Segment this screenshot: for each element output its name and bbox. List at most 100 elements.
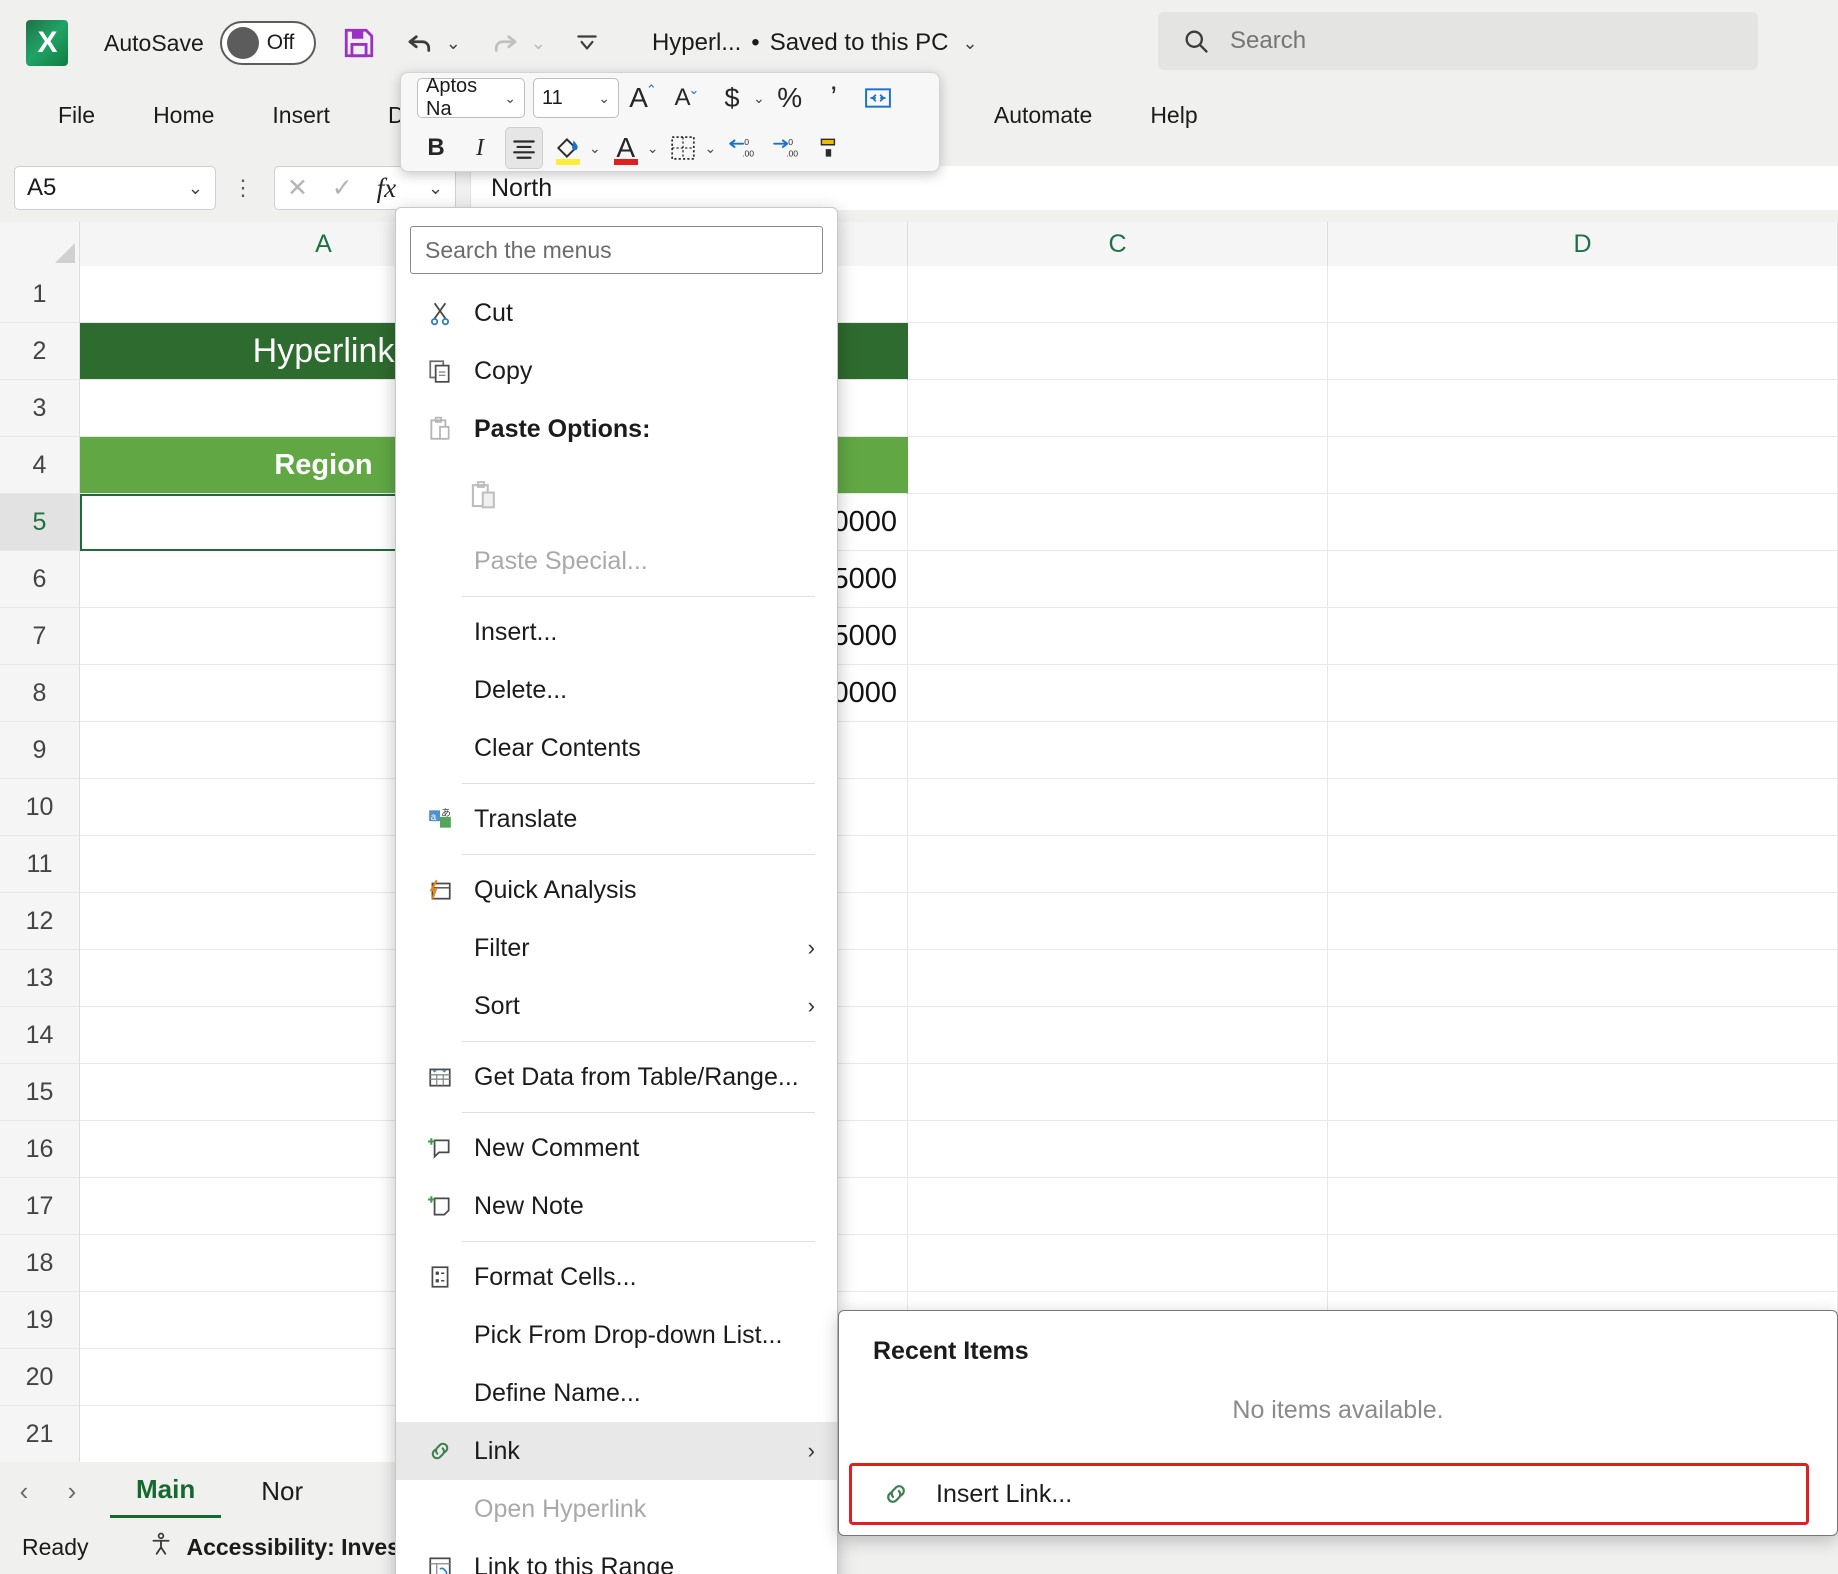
cell-d16[interactable]	[1328, 1121, 1838, 1178]
cell-c4[interactable]	[908, 437, 1328, 494]
cell-c3[interactable]	[908, 380, 1328, 437]
cell-d1[interactable]	[1328, 266, 1838, 323]
row-header[interactable]: 3	[0, 380, 80, 437]
cell-d14[interactable]	[1328, 1007, 1838, 1064]
cell-d18[interactable]	[1328, 1235, 1838, 1292]
context-menu-item-new-note[interactable]: New Note	[396, 1177, 837, 1235]
context-menu-item-translate[interactable]: a あ Translate	[396, 790, 837, 848]
borders-button[interactable]	[664, 127, 702, 169]
decrease-font-size-button[interactable]: A⌄	[669, 77, 707, 119]
font-color-chevron-down-icon[interactable]: ⌄	[647, 140, 659, 157]
cell-d6[interactable]	[1328, 551, 1838, 608]
cell-c7[interactable]	[908, 608, 1328, 665]
row-header[interactable]: 6	[0, 551, 80, 608]
cell-d12[interactable]	[1328, 893, 1838, 950]
cell-c8[interactable]	[908, 665, 1328, 722]
insert-link-menu-item[interactable]: Insert Link...	[849, 1463, 1809, 1525]
formula-more-options-icon[interactable]: ⋮	[232, 175, 254, 201]
row-header[interactable]: 16	[0, 1121, 80, 1178]
undo-button[interactable]: ⌄	[402, 28, 461, 58]
context-menu-item-pick-from-list[interactable]: Pick From Drop-down List...	[396, 1306, 837, 1364]
menu-search-input[interactable]: Search the menus	[410, 226, 823, 274]
redo-button[interactable]: ⌄	[487, 28, 546, 58]
bold-button[interactable]: B	[417, 127, 455, 169]
search-box[interactable]	[1158, 12, 1758, 70]
italic-button[interactable]: I	[461, 127, 499, 169]
paste-option-button[interactable]	[396, 458, 837, 532]
cell-c16[interactable]	[908, 1121, 1328, 1178]
cell-c5[interactable]	[908, 494, 1328, 551]
cell-d9[interactable]	[1328, 722, 1838, 779]
cell-d4[interactable]	[1328, 437, 1838, 494]
cell-d10[interactable]	[1328, 779, 1838, 836]
row-header[interactable]: 13	[0, 950, 80, 1007]
formula-chevron-down-icon[interactable]: ⌄	[428, 178, 443, 199]
font-size-selector[interactable]: 11 ⌄	[533, 78, 619, 118]
ribbon-tab-insert[interactable]: Insert	[250, 96, 352, 135]
font-size-chevron-down-icon[interactable]: ⌄	[598, 90, 610, 107]
enter-icon[interactable]: ✓	[332, 173, 353, 203]
context-menu-item-link-to-this-range[interactable]: Link to this Range	[396, 1538, 837, 1574]
decrease-decimal-button[interactable]: 0 .00	[766, 127, 804, 169]
row-header[interactable]: 11	[0, 836, 80, 893]
context-menu-item-get-data[interactable]: Get Data from Table/Range...	[396, 1048, 837, 1106]
context-menu-item-format-cells[interactable]: Format Cells...	[396, 1248, 837, 1306]
row-header[interactable]: 7	[0, 608, 80, 665]
fill-color-button[interactable]	[549, 127, 587, 169]
context-menu-item-link[interactable]: Link ›	[396, 1422, 837, 1480]
row-header[interactable]: 18	[0, 1235, 80, 1292]
column-header-d[interactable]: D	[1328, 222, 1838, 266]
context-menu-item-delete[interactable]: Delete...	[396, 661, 837, 719]
cell-d13[interactable]	[1328, 950, 1838, 1007]
cell-d2[interactable]	[1328, 323, 1838, 380]
cell-d5[interactable]	[1328, 494, 1838, 551]
row-header[interactable]: 20	[0, 1349, 80, 1406]
row-header[interactable]: 9	[0, 722, 80, 779]
autosave-toggle[interactable]: Off	[220, 21, 316, 65]
accounting-chevron-down-icon[interactable]: ⌄	[753, 90, 765, 107]
column-header-c[interactable]: C	[908, 222, 1328, 266]
row-header[interactable]: 2	[0, 323, 80, 380]
undo-chevron-down-icon[interactable]: ⌄	[446, 33, 461, 54]
insert-function-icon[interactable]: fx	[377, 173, 397, 204]
ribbon-tab-automate[interactable]: Automate	[972, 96, 1114, 135]
row-header[interactable]: 8	[0, 665, 80, 722]
cell-d11[interactable]	[1328, 836, 1838, 893]
row-header[interactable]: 14	[0, 1007, 80, 1064]
search-input[interactable]	[1228, 26, 1658, 56]
context-menu-item-quick-analysis[interactable]: Quick Analysis	[396, 861, 837, 919]
customize-quick-access-button[interactable]	[572, 30, 602, 56]
font-color-button[interactable]: A	[607, 127, 645, 169]
percent-style-button[interactable]: %	[771, 77, 809, 119]
row-header[interactable]: 4	[0, 437, 80, 494]
sheet-tab-north[interactable]: Nor	[235, 1466, 329, 1517]
comma-style-button[interactable]: ’	[815, 77, 853, 119]
sheet-tab-main[interactable]: Main	[110, 1464, 221, 1518]
row-header-selected[interactable]: 5	[0, 494, 80, 551]
merge-and-center-button[interactable]	[859, 77, 897, 119]
cell-c14[interactable]	[908, 1007, 1328, 1064]
cell-c10[interactable]	[908, 779, 1328, 836]
format-painter-button[interactable]	[810, 127, 848, 169]
increase-decimal-button[interactable]: 0 .00	[722, 127, 760, 169]
cell-c11[interactable]	[908, 836, 1328, 893]
cell-d15[interactable]	[1328, 1064, 1838, 1121]
context-menu-item-insert[interactable]: Insert...	[396, 603, 837, 661]
title-chevron-down-icon[interactable]: ⌄	[962, 33, 977, 54]
increase-font-size-button[interactable]: A⌃	[625, 77, 663, 119]
row-header[interactable]: 19	[0, 1292, 80, 1349]
cell-c17[interactable]	[908, 1178, 1328, 1235]
cell-c2[interactable]	[908, 323, 1328, 380]
row-header[interactable]: 12	[0, 893, 80, 950]
ribbon-tab-file[interactable]: File	[36, 96, 117, 135]
font-name-selector[interactable]: Aptos Na ⌄	[417, 78, 525, 118]
context-menu-item-sort[interactable]: Sort ›	[396, 977, 837, 1035]
cell-c6[interactable]	[908, 551, 1328, 608]
previous-sheet-icon[interactable]: ‹	[0, 1476, 48, 1507]
cell-d8[interactable]	[1328, 665, 1838, 722]
cancel-icon[interactable]: ✕	[287, 173, 308, 203]
cell-c18[interactable]	[908, 1235, 1328, 1292]
cell-c15[interactable]	[908, 1064, 1328, 1121]
ribbon-tab-help[interactable]: Help	[1128, 96, 1219, 135]
redo-chevron-down-icon[interactable]: ⌄	[531, 33, 546, 54]
